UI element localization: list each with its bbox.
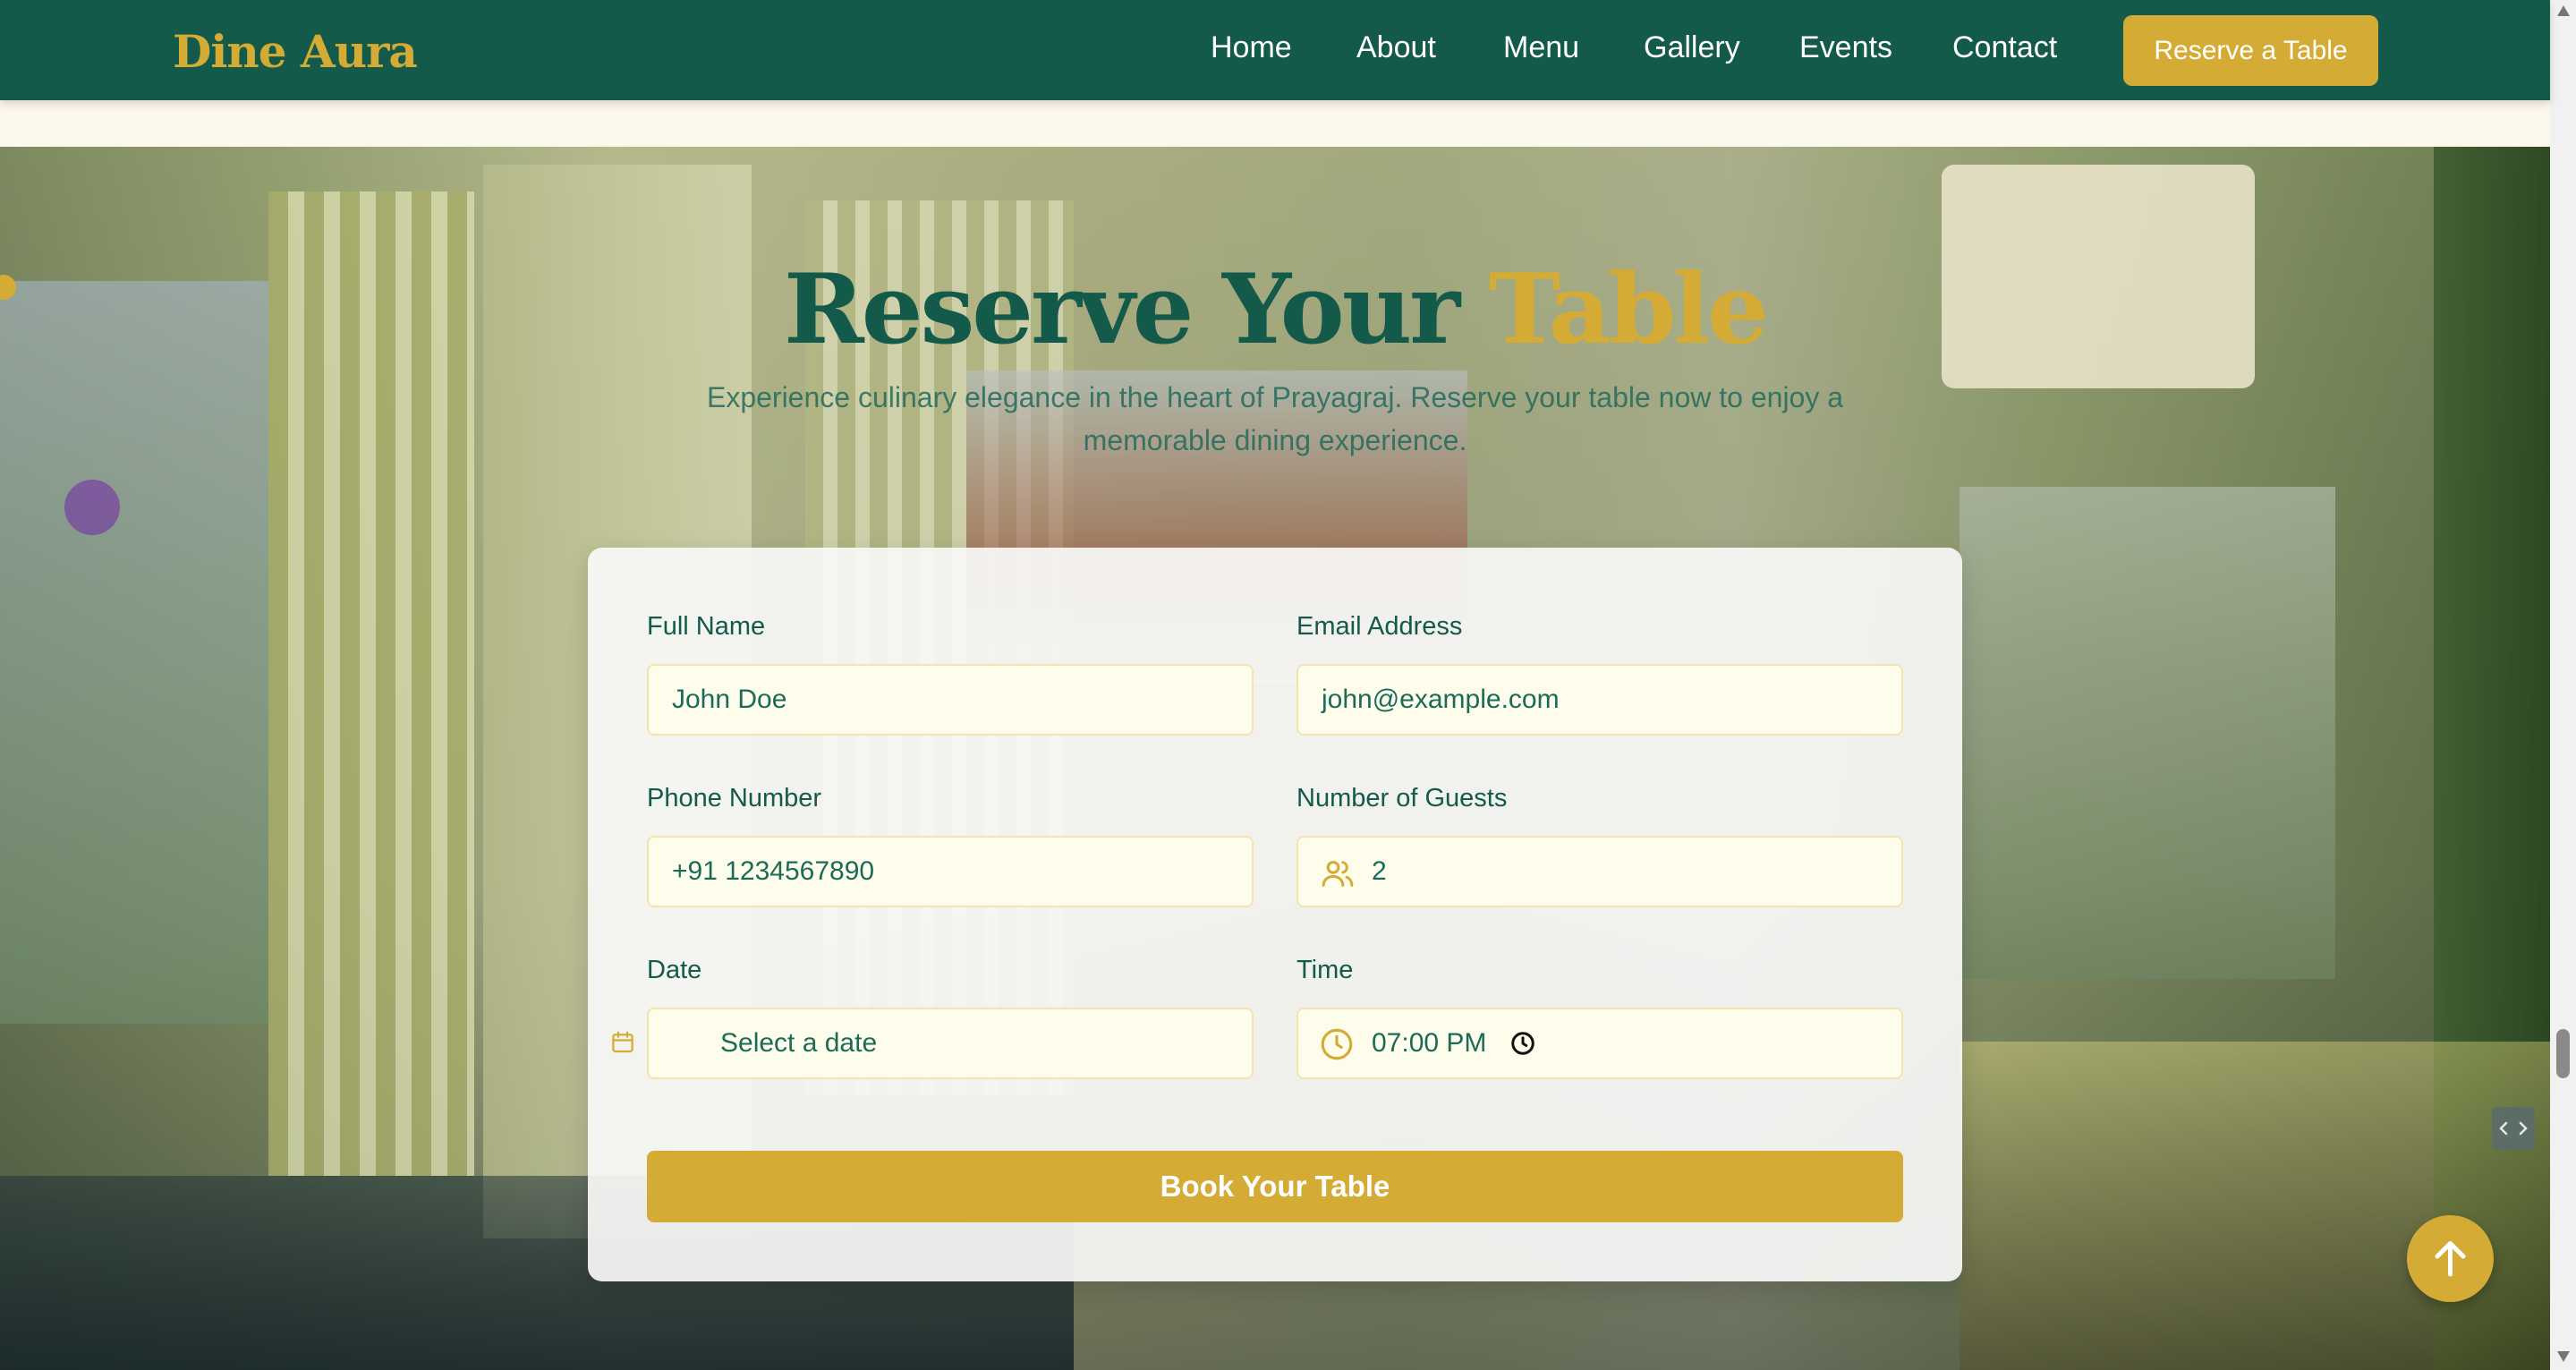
nav-link-home[interactable]: Home [1211,30,1292,65]
full-name-label: Full Name [647,612,766,641]
scroll-up-arrow-icon[interactable] [2557,5,2570,16]
email-value: john@example.com [1322,685,1560,714]
book-table-button[interactable]: Book Your Table [647,1151,1903,1222]
phone-field[interactable]: +91 1234567890 [647,836,1254,907]
title-part-2: Table [1488,253,1769,366]
scroll-to-top-button[interactable] [2407,1215,2494,1302]
brand-logo[interactable]: Dine Aura [173,25,418,78]
clock-icon [1321,1028,1353,1060]
guests-label: Number of Guests [1297,784,1508,813]
phone-label: Phone Number [647,784,822,813]
arrow-up-icon [2435,1241,2466,1277]
page-title: Reserve Your Table [0,253,2550,366]
date-field[interactable]: Select a date [647,1008,1254,1079]
time-field[interactable]: 07:00 PM [1297,1008,1903,1079]
top-navbar: Dine Aura Home About Menu Gallery Events… [0,0,2550,100]
code-icon [2499,1121,2528,1136]
background-window-left [0,281,268,1024]
background-window-right [1960,487,2335,979]
time-picker-icon[interactable] [1509,1030,1536,1057]
side-widget[interactable] [2492,1107,2535,1150]
scroll-down-arrow-icon[interactable] [2557,1351,2570,1362]
nav-link-gallery[interactable]: Gallery [1644,30,1740,65]
time-value: 07:00 PM [1372,1028,1487,1058]
title-part-1: Reserve Your [784,253,1460,366]
email-label: Email Address [1297,612,1463,641]
email-field[interactable]: john@example.com [1297,664,1903,736]
guests-value: 2 [1372,856,1387,886]
users-icon [1322,861,1354,887]
scrollbar-thumb[interactable] [2556,1029,2570,1078]
nav-link-contact[interactable]: Contact [1952,30,2057,65]
full-name-field[interactable]: John Doe [647,664,1254,736]
full-name-value: John Doe [672,685,787,714]
phone-value: +91 1234567890 [672,856,875,886]
calendar-icon [612,1031,633,1053]
time-label: Time [1297,956,1354,984]
reserve-table-button[interactable]: Reserve a Table [2123,15,2378,86]
date-label: Date [647,956,702,984]
decorative-dot-purple [64,480,120,535]
reservation-form: Full Name John Doe Email Address john@ex… [588,548,1962,1281]
page-subtitle: Experience culinary elegance in the hear… [706,381,1844,456]
nav-link-events[interactable]: Events [1799,30,1892,65]
background-floor-glow [1960,1042,2550,1370]
page-scrollbar[interactable] [2550,0,2576,1370]
guests-field[interactable]: 2 [1297,836,1903,907]
nav-link-about[interactable]: About [1356,30,1436,65]
date-placeholder: Select a date [720,1028,878,1058]
nav-link-menu[interactable]: Menu [1503,30,1579,65]
